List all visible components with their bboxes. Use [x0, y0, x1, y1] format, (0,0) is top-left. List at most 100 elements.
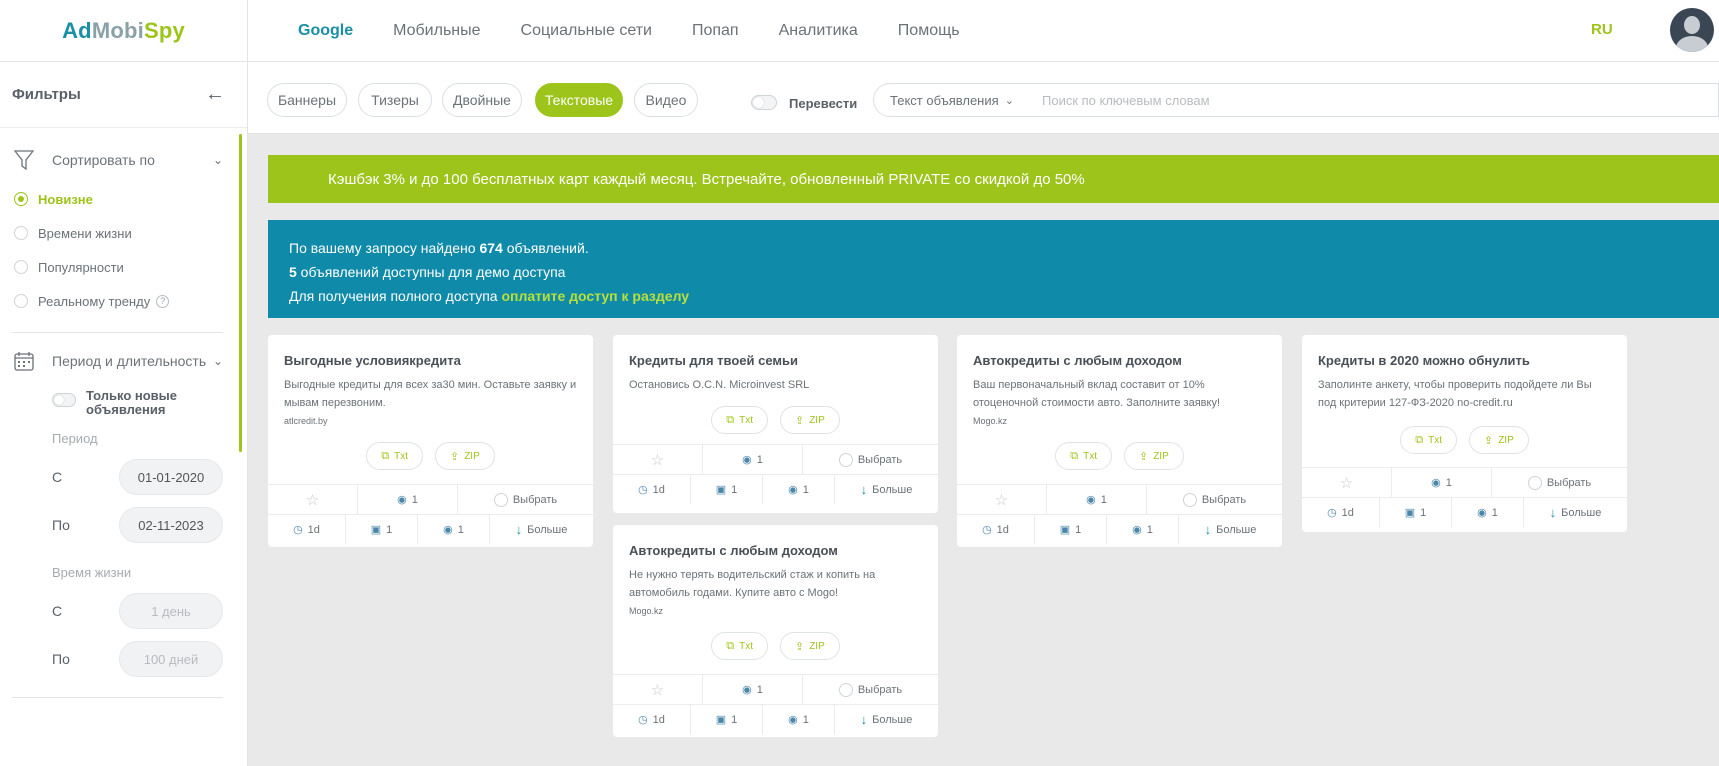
- nav-analytics[interactable]: Аналитика: [779, 22, 858, 40]
- laptop-icon: ▣: [370, 524, 382, 536]
- eye-icon: ◉: [742, 454, 752, 466]
- search-field-select[interactable]: Текст объявления ⌄: [873, 83, 1027, 117]
- ad-description: Выгодные кредиты для всех за30 мин. Оста…: [284, 379, 577, 409]
- info-text: объявлений доступны для демо доступа: [296, 264, 566, 280]
- type-video-tab[interactable]: Видео: [634, 83, 698, 117]
- nav-help[interactable]: Помощь: [898, 22, 960, 40]
- select-circle: [1182, 492, 1197, 507]
- eye-icon: ◉: [742, 684, 752, 696]
- download-zip-button[interactable]: ⇪ ZIP: [1468, 426, 1529, 454]
- nav-google[interactable]: Google: [298, 22, 353, 40]
- select-checkbox[interactable]: Выбрать: [803, 675, 938, 704]
- age-stat: ◷ 1d: [613, 705, 691, 734]
- nav-popup[interactable]: Попап: [692, 22, 739, 40]
- ad-card[interactable]: Кредиты для твоей семьи Остановись O.C.N…: [613, 335, 938, 513]
- clock-icon: ◷: [638, 484, 648, 496]
- avatar[interactable]: [1670, 8, 1714, 52]
- ad-description: Ваш первоначальный вклад составит от 10%…: [973, 379, 1221, 409]
- lifetime-to-input[interactable]: [119, 641, 223, 677]
- download-txt-button[interactable]: ⧉ Txt: [366, 442, 423, 470]
- select-checkbox[interactable]: Выбрать: [458, 485, 593, 514]
- download-buttons: ⧉ Txt ⇪ ZIP: [613, 632, 938, 660]
- favorite-star-icon[interactable]: ☆: [268, 485, 358, 514]
- download-txt-button[interactable]: ⧉ Txt: [1055, 442, 1112, 470]
- date-to-input[interactable]: [119, 507, 223, 543]
- download-zip-button[interactable]: ⇪ ZIP: [1123, 442, 1184, 470]
- lifetime-to-label: По: [52, 651, 70, 667]
- txt-label: Txt: [739, 640, 753, 652]
- favorite-star-icon[interactable]: ☆: [1302, 468, 1392, 497]
- download-zip-button[interactable]: ⇪ ZIP: [434, 442, 495, 470]
- favorite-star-icon[interactable]: ☆: [613, 445, 703, 474]
- ad-description: Остановись O.C.N. Microinvest SRL: [629, 379, 810, 391]
- sidebar-scrollbar[interactable]: [239, 134, 242, 452]
- download-txt-button[interactable]: ⧉ Txt: [711, 632, 768, 660]
- sort-option-newest[interactable]: Новизне: [0, 182, 247, 216]
- keyword-search-input[interactable]: [1026, 83, 1719, 117]
- sort-option-popularity[interactable]: Популярности: [0, 250, 247, 284]
- lifetime-from-input[interactable]: [119, 593, 223, 629]
- collapse-arrow-icon[interactable]: ←: [205, 83, 225, 106]
- new-ads-toggle[interactable]: [52, 393, 76, 407]
- type-banners-tab[interactable]: Баннеры: [267, 83, 347, 117]
- download-zip-button[interactable]: ⇪ ZIP: [779, 632, 840, 660]
- zip-label: ZIP: [1153, 450, 1169, 462]
- more-button[interactable]: ↓ Больше: [490, 515, 593, 544]
- type-double-tab[interactable]: Двойные: [442, 83, 522, 117]
- sort-label: Сортировать по: [52, 152, 155, 168]
- arrow-down-icon: ↓: [515, 522, 523, 537]
- download-txt-button[interactable]: ⧉ Txt: [711, 406, 768, 434]
- geo-count: 1: [1146, 523, 1153, 536]
- favorite-star-icon[interactable]: ☆: [613, 675, 703, 704]
- sort-option-lifetime[interactable]: Времени жизни: [0, 216, 247, 250]
- help-icon[interactable]: ?: [156, 294, 170, 308]
- favorite-star-icon[interactable]: ☆: [957, 485, 1047, 514]
- promo-banner[interactable]: Кэшбэк 3% и до 100 бесплатных карт кажды…: [268, 155, 1719, 203]
- main-nav: Google Мобильные Социальные сети Попап А…: [298, 0, 960, 62]
- txt-label: Txt: [394, 450, 408, 462]
- ad-card[interactable]: Выгодные условиякредита Выгодные кредиты…: [268, 335, 593, 547]
- language-switcher[interactable]: RU: [1591, 21, 1613, 38]
- period-section-header[interactable]: Период и длительность ⌄: [0, 347, 247, 375]
- type-text-tab[interactable]: Текстовые: [535, 83, 623, 117]
- select-checkbox[interactable]: Выбрать: [1492, 468, 1627, 497]
- demo-count: 5: [289, 264, 297, 280]
- ad-title: Кредиты для твоей семьи: [629, 353, 798, 368]
- date-from-input[interactable]: [119, 459, 223, 495]
- globe-icon: ◉: [1477, 507, 1487, 519]
- logo-part-ad: Ad: [62, 18, 92, 43]
- select-checkbox[interactable]: Выбрать: [1147, 485, 1282, 514]
- ad-card[interactable]: Кредиты в 2020 можно обнулить Заполинте …: [1302, 335, 1627, 532]
- more-button[interactable]: ↓ Больше: [835, 475, 938, 504]
- ad-card[interactable]: Автокредиты с любым доходом Не нужно тер…: [613, 525, 938, 737]
- chevron-down-icon: ⌄: [1004, 94, 1014, 107]
- select-label: Выбрать: [857, 683, 903, 696]
- logo[interactable]: Ad Mobi Spy: [0, 0, 248, 62]
- download-zip-button[interactable]: ⇪ ZIP: [779, 406, 840, 434]
- nav-social[interactable]: Социальные сети: [521, 22, 652, 40]
- devices-count: 1: [731, 483, 738, 496]
- sort-option-trend[interactable]: Реальному тренду ?: [0, 284, 247, 318]
- translate-toggle[interactable]: [751, 95, 777, 110]
- ad-card[interactable]: Автокредиты с любым доходом Ваш первонач…: [957, 335, 1282, 547]
- divider: [12, 697, 223, 698]
- more-button[interactable]: ↓ Больше: [1179, 515, 1282, 544]
- sidebar-title: Фильтры: [12, 86, 81, 103]
- nav-mobile[interactable]: Мобильные: [393, 22, 480, 40]
- calendar-icon: [12, 349, 36, 373]
- more-button[interactable]: ↓ Больше: [1524, 498, 1627, 527]
- views-stat: ◉ 1: [703, 675, 803, 704]
- age-value: 1d: [307, 523, 320, 536]
- devices-count: 1: [386, 523, 393, 536]
- ad-title: Автокредиты с любым доходом: [973, 353, 1182, 368]
- ad-description: Заполинте анкету, чтобы проверить подойд…: [1318, 379, 1592, 409]
- more-button[interactable]: ↓ Больше: [835, 705, 938, 734]
- views-stat: ◉ 1: [1047, 485, 1147, 514]
- download-txt-button[interactable]: ⧉ Txt: [1400, 426, 1457, 454]
- type-teasers-tab[interactable]: Тизеры: [358, 83, 432, 117]
- sort-section-header[interactable]: Сортировать по ⌄: [0, 146, 247, 174]
- download-buttons: ⧉ Txt ⇪ ZIP: [268, 442, 593, 470]
- pay-access-link[interactable]: оплатите доступ к разделу: [501, 288, 689, 304]
- select-checkbox[interactable]: Выбрать: [803, 445, 938, 474]
- devices-count: 1: [1420, 506, 1427, 519]
